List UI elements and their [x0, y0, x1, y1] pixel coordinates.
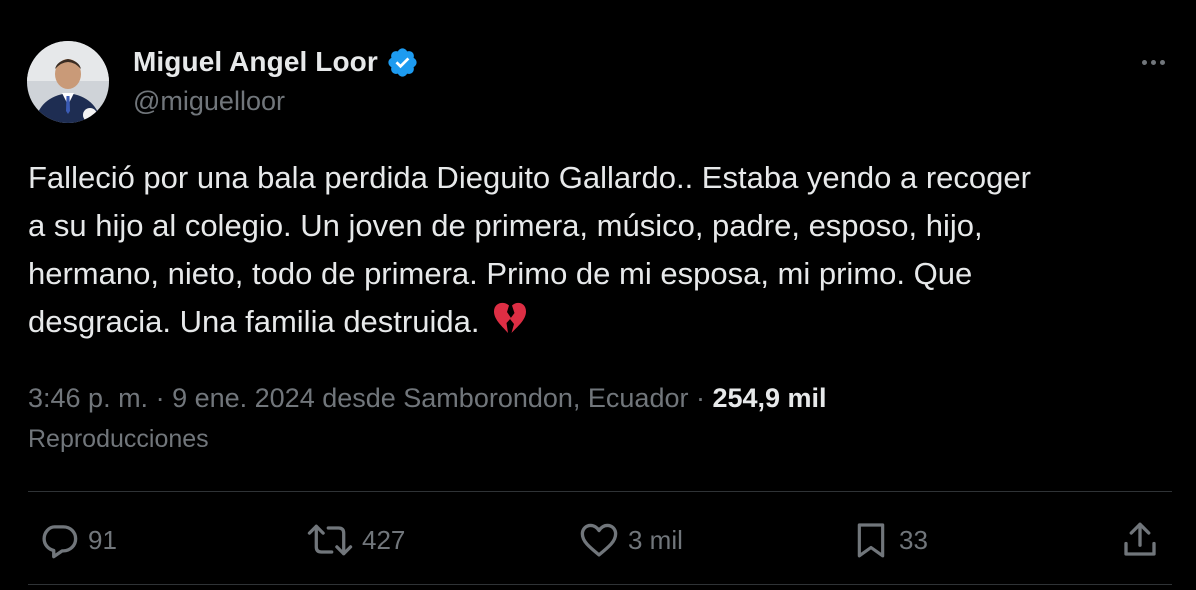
like-count: 3 mil [628, 524, 683, 555]
author-name-row: Miguel Angel Loor [133, 44, 419, 80]
tweet-text-line: Falleció por una bala perdida Dieguito G… [28, 160, 1031, 195]
tweet-text-last-line: desgracia. Una familia destruida. [28, 298, 1168, 346]
divider [28, 584, 1172, 585]
author-handle[interactable]: @miguelloor [133, 86, 285, 117]
tweet-location: desde Samborondon, Ecuador [314, 383, 689, 413]
views-label: Reproducciones [28, 425, 209, 453]
tweet-meta: 3:46 p. m. · 9 ene. 2024 desde Samborond… [28, 378, 827, 418]
tweet-card: Miguel Angel Loor @miguelloor Falleció p… [0, 0, 1196, 590]
share-button[interactable] [1119, 514, 1161, 566]
bookmark-button[interactable]: 33 [851, 514, 928, 566]
tweet-date[interactable]: 9 ene. 2024 [172, 383, 315, 413]
tweet-text-line: desgracia. Una familia destruida. [28, 304, 480, 339]
verified-badge-icon [388, 47, 417, 77]
broken-heart-icon [494, 302, 527, 333]
tweet-text-line: hermano, nieto, todo de primera. Primo d… [28, 256, 973, 291]
author-display-name[interactable]: Miguel Angel Loor [133, 46, 378, 78]
action-bar: 91 427 3 mil 33 [0, 514, 1196, 566]
like-button[interactable]: 3 mil [578, 514, 683, 566]
meta-separator: · [148, 383, 173, 413]
reply-icon [42, 525, 78, 559]
views-count[interactable]: 254,9 mil [712, 383, 826, 413]
divider [28, 491, 1172, 492]
meta-separator: · [688, 383, 713, 413]
retweet-icon [307, 524, 353, 556]
reply-button[interactable]: 91 [38, 514, 117, 566]
avatar[interactable] [27, 41, 109, 123]
bookmark-icon [857, 523, 885, 558]
retweet-button[interactable]: 427 [306, 514, 405, 566]
reply-count: 91 [88, 524, 117, 555]
tweet-text-line: a su hijo al colegio. Un joven de primer… [28, 208, 983, 243]
bookmark-count: 33 [899, 524, 928, 555]
tweet-text: Falleció por una bala perdida Dieguito G… [28, 154, 1168, 346]
retweet-count: 427 [362, 524, 406, 555]
share-icon [1124, 522, 1156, 556]
tweet-time[interactable]: 3:46 p. m. [28, 383, 148, 413]
more-options-icon[interactable] [1133, 50, 1173, 74]
heart-icon [580, 523, 618, 557]
